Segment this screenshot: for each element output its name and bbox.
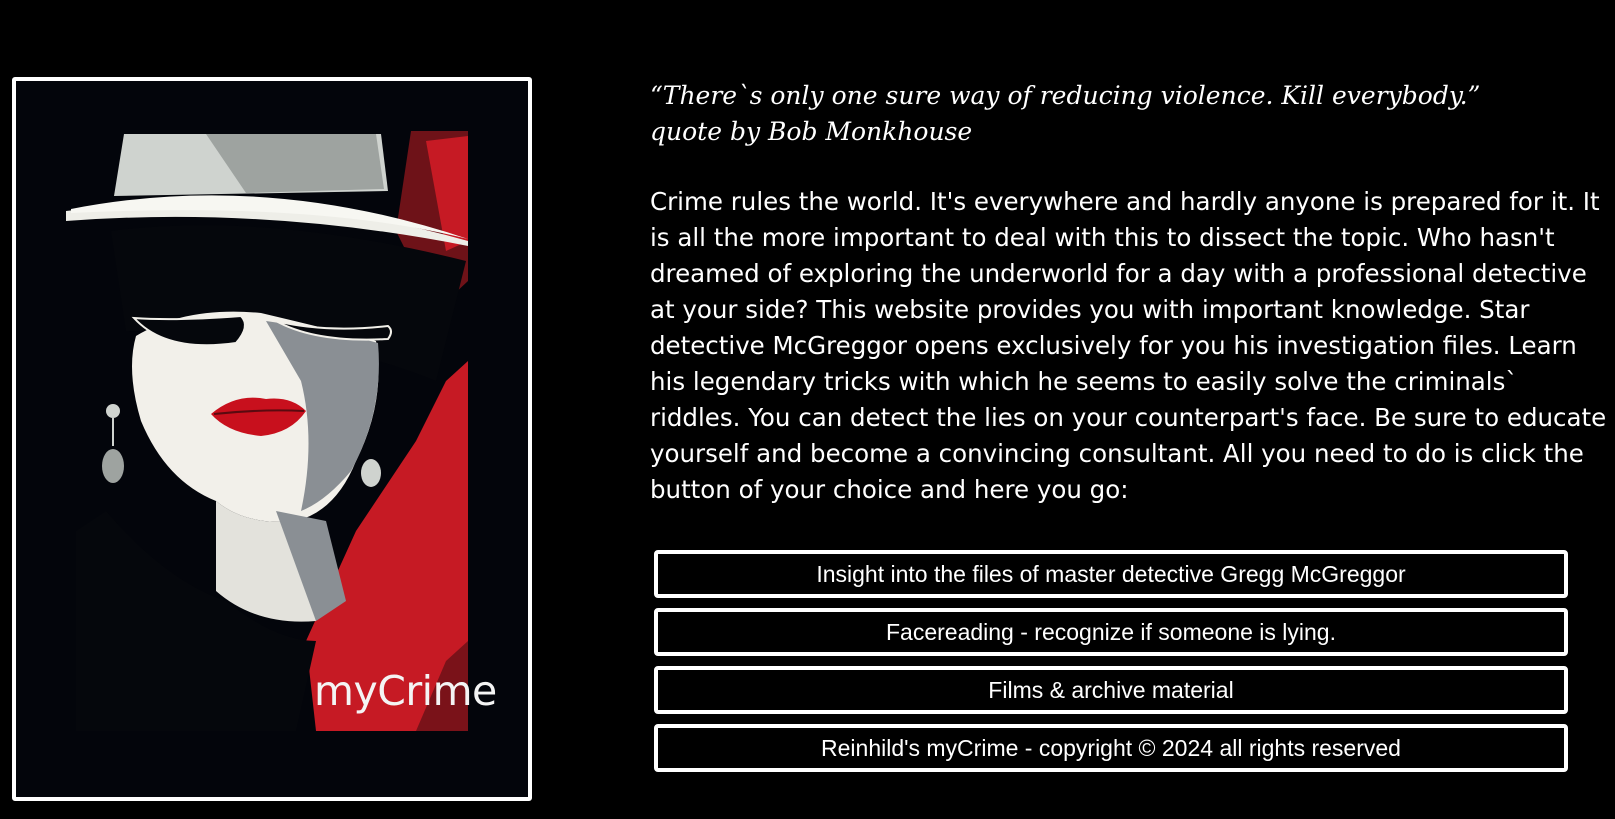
- intro-paragraph: Crime rules the world. It's everywhere a…: [650, 187, 1607, 504]
- files-button[interactable]: Insight into the files of master detecti…: [654, 550, 1568, 598]
- main-content: “There`s only one sure way of reducing v…: [650, 78, 1610, 508]
- quote-author: quote by Bob Monkhouse: [650, 117, 973, 146]
- films-archive-button[interactable]: Films & archive material: [654, 666, 1568, 714]
- poster-logo: myCrime: [314, 667, 497, 715]
- quote-text: “There`s only one sure way of reducing v…: [650, 78, 1610, 150]
- earring-left-top: [106, 404, 120, 418]
- quote-line: “There`s only one sure way of reducing v…: [650, 81, 1481, 110]
- earring-left-drop: [102, 449, 124, 483]
- facereading-button[interactable]: Facereading - recognize if someone is ly…: [654, 608, 1568, 656]
- navigation-buttons: Insight into the files of master detecti…: [654, 550, 1568, 782]
- poster-image: myCrime: [12, 77, 532, 801]
- earring-right: [361, 459, 381, 487]
- copyright-button[interactable]: Reinhild's myCrime - copyright © 2024 al…: [654, 724, 1568, 772]
